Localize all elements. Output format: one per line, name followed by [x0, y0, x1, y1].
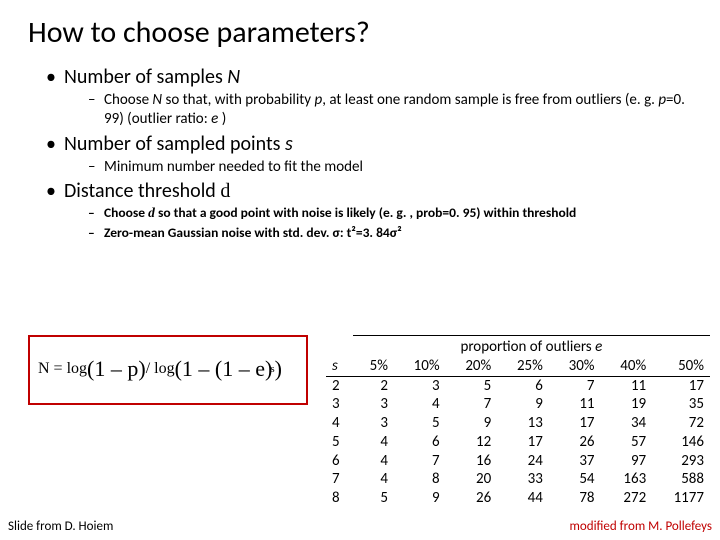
bullet-threshold: Distance threshold d [46, 179, 692, 203]
page-title: How to choose parameters? [28, 14, 692, 51]
footer-credit-left: Slide from D. Hoiem [8, 519, 113, 534]
bullet-threshold-sub1: Choose d so that a good point with noise… [88, 205, 692, 222]
formula-box: N = log(1 – p)/ log(1 – (1 – e)s) [28, 335, 308, 405]
table-row: 8592644782721177 [326, 489, 710, 508]
table-row: 435913173472 [326, 414, 710, 433]
table-row: 64716243797293 [326, 452, 710, 471]
outlier-table: proportion of outliers es5%10%20%25%30%4… [326, 335, 710, 508]
table-row: 2235671117 [326, 376, 710, 395]
table-row: 748203354163588 [326, 470, 710, 489]
bullet-points-sub: Minimum number needed to fit the model [88, 158, 692, 177]
footer-credit-right: modified from M. Pollefeys [570, 519, 713, 534]
table-row: 54612172657146 [326, 433, 710, 452]
bullet-samples-sub: Choose N so that, with probability p, at… [88, 91, 692, 129]
bullet-points: Number of sampled points s [46, 132, 692, 156]
bullet-threshold-sub2: Zero-mean Gaussian noise with std. dev. … [88, 225, 692, 242]
table-row: 33479111935 [326, 395, 710, 414]
bullet-samples: Number of samples N [46, 65, 692, 89]
